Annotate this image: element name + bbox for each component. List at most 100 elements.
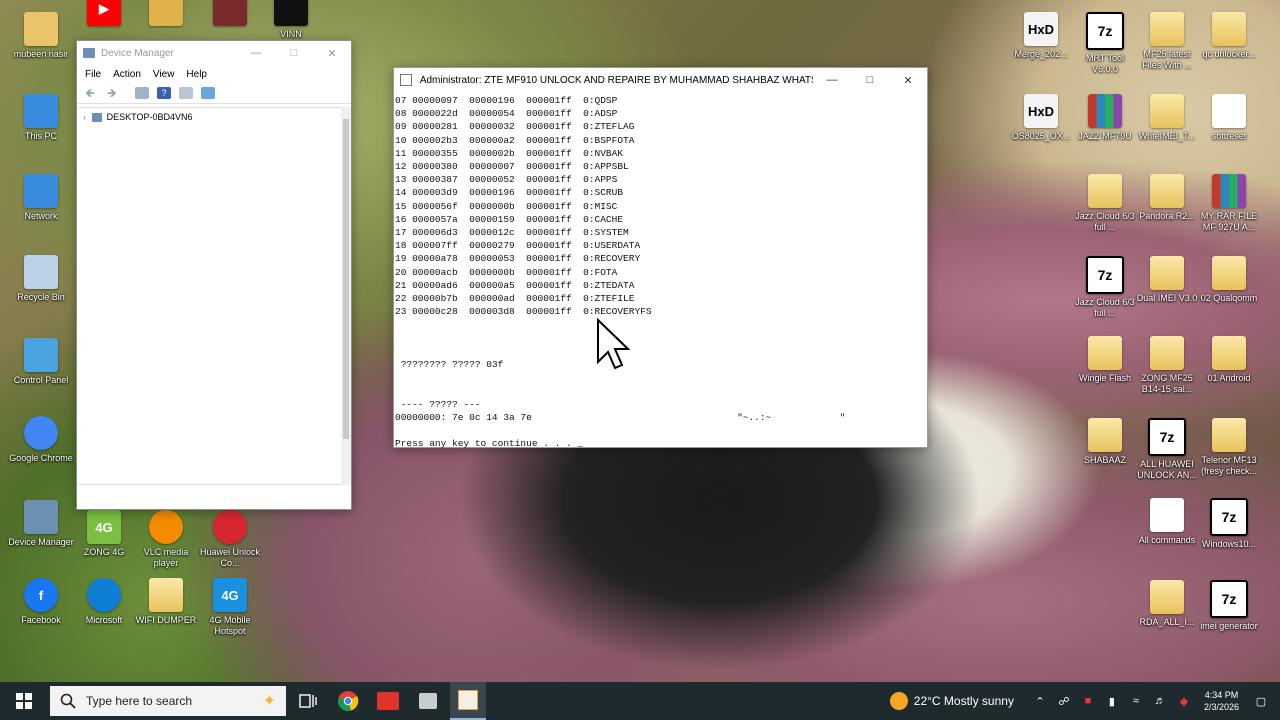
- partition-row: 13 00000387 00000052 000001ff 0:APPS: [395, 174, 618, 186]
- security-icon[interactable]: ■: [1079, 682, 1097, 720]
- desktop-icon[interactable]: 4G ZONG 4G: [71, 510, 137, 558]
- clock[interactable]: 4:34 PM 2/3/2026: [1204, 689, 1239, 713]
- menu-help[interactable]: Help: [186, 69, 207, 80]
- help-icon[interactable]: ?: [157, 87, 171, 99]
- desktop-icon[interactable]: f Facebook: [8, 578, 74, 626]
- shield-icon[interactable]: ☍: [1055, 682, 1073, 720]
- desktop-icon[interactable]: Control Panel: [8, 338, 74, 386]
- device-manager-window[interactable]: Device Manager — □ ✕ File Action View He…: [76, 40, 352, 510]
- folder-icon: [1212, 256, 1246, 290]
- desktop-icon[interactable]: qc unlocker...: [1196, 12, 1262, 60]
- desktop-icon[interactable]: ZONG MF25 B14-15 sal...: [1134, 336, 1200, 395]
- collapse-arrow-icon[interactable]: ›: [83, 113, 86, 122]
- desktop-icon[interactable]: ▶: [71, 0, 137, 29]
- chevron-up-icon[interactable]: ⌃: [1031, 682, 1049, 720]
- desktop-icon[interactable]: HxD Merge_202...: [1008, 12, 1074, 60]
- unlock-tool-taskbar-button[interactable]: [450, 682, 486, 720]
- console-maximize-button[interactable]: □: [851, 74, 889, 87]
- clock-date: 2/3/2026: [1203, 702, 1239, 712]
- menu-view[interactable]: View: [153, 69, 175, 80]
- desktop-icon[interactable]: This PC: [8, 94, 74, 142]
- desktop-icon[interactable]: 7z Windows10...: [1196, 498, 1262, 550]
- desktop-icon-label: imei generator: [1200, 621, 1258, 631]
- desktop-icon[interactable]: Jazz Cloud 6/3 full ...: [1072, 174, 1138, 233]
- desktop-icon[interactable]: HxD OS8025_OX...: [1008, 94, 1074, 142]
- desktop-icon[interactable]: Dual IMEI V3.0: [1134, 256, 1200, 304]
- desktop-icon-label: Jazz Cloud 6/3 full ...: [1075, 297, 1135, 318]
- monitor-icon[interactable]: [201, 87, 215, 99]
- desktop-icon[interactable]: VINN: [258, 0, 324, 40]
- desktop-icon[interactable]: SHABAAZ: [1072, 418, 1138, 466]
- anydesk-tray-icon[interactable]: ◆: [1175, 682, 1193, 720]
- desktop-icon[interactable]: RDA_ALL_I...: [1134, 580, 1200, 628]
- close-button[interactable]: ✕: [313, 47, 351, 60]
- console-close-button[interactable]: ✕: [889, 74, 927, 87]
- desktop-icon[interactable]: Wingle Flash: [1072, 336, 1138, 384]
- desktop-icon[interactable]: 7z Jazz Cloud 6/3 full ...: [1072, 256, 1138, 319]
- scrollbar-thumb[interactable]: [343, 119, 349, 439]
- desktop-icon[interactable]: Device Manager: [8, 500, 74, 548]
- taskbar-search-box[interactable]: Type here to search ✦: [50, 686, 286, 716]
- task-view-button[interactable]: [290, 682, 326, 720]
- console-titlebar[interactable]: Administrator: ZTE MF910 UNLOCK AND REPA…: [394, 68, 927, 92]
- desktop-icon[interactable]: [133, 0, 199, 29]
- console-window[interactable]: Administrator: ZTE MF910 UNLOCK AND REPA…: [393, 67, 928, 450]
- desktop-icon[interactable]: [197, 0, 263, 29]
- desktop-icon[interactable]: VLC media player: [133, 510, 199, 569]
- start-button[interactable]: [0, 682, 48, 720]
- desktop-icon[interactable]: JAZZ MF79U: [1072, 94, 1138, 142]
- desktop-icon[interactable]: MY RAR FILE MF 927U A...: [1196, 174, 1262, 233]
- device-manager-titlebar[interactable]: Device Manager — □ ✕: [77, 41, 351, 65]
- desktop-icon[interactable]: MF25 latest Files With ...: [1134, 12, 1200, 71]
- desktop-icon[interactable]: Google Chrome: [8, 416, 74, 464]
- desktop-icon[interactable]: WriteIMEI_T...: [1134, 94, 1200, 142]
- desktop-icon[interactable]: 4G 4G Mobile Hotspot: [197, 578, 263, 637]
- desktop-icon[interactable]: Microsoft: [71, 578, 137, 626]
- volume-icon[interactable]: ♬: [1151, 682, 1169, 720]
- device-tree-scrollbar[interactable]: [341, 107, 351, 485]
- desktop-icon[interactable]: 7z MRT Tool V6.0.0: [1072, 12, 1138, 75]
- partition-row: 23 00000c28 000003d8 000001ff 0:RECOVERY…: [395, 306, 652, 318]
- console-minimize-button[interactable]: —: [813, 74, 851, 87]
- chrome-icon: [338, 691, 359, 711]
- menu-file[interactable]: File: [85, 69, 101, 80]
- huawei-icon: [213, 510, 247, 544]
- battery-icon[interactable]: ▮: [1103, 682, 1121, 720]
- archive-icon: 7z: [1148, 418, 1186, 456]
- back-arrow-icon[interactable]: 🡸: [85, 87, 99, 99]
- desktop-icon[interactable]: 02 Qualqomm: [1196, 256, 1262, 304]
- anydesk-taskbar-button[interactable]: [370, 682, 406, 720]
- menu-action[interactable]: Action: [113, 69, 141, 80]
- task-view-icon: [299, 694, 317, 708]
- view-icon[interactable]: [179, 87, 193, 99]
- network-tool-taskbar-button[interactable]: [410, 682, 446, 720]
- console-title: Administrator: ZTE MF910 UNLOCK AND REPA…: [419, 74, 813, 86]
- desktop-icon[interactable]: Pandora R2...: [1134, 174, 1200, 222]
- forward-arrow-icon[interactable]: 🡺: [107, 87, 121, 99]
- notifications-icon[interactable]: ▢: [1252, 682, 1270, 720]
- maximize-button[interactable]: □: [275, 47, 313, 60]
- desktop-icon[interactable]: 7z imei generator: [1196, 580, 1262, 632]
- desktop-icon[interactable]: mubeen nasir: [8, 12, 74, 60]
- minimize-button[interactable]: —: [237, 47, 275, 60]
- desktop-icon[interactable]: Huawei Unlock Co...: [197, 510, 263, 569]
- desktop-icon-label: mubeen nasir: [13, 49, 69, 59]
- weather-widget[interactable]: 22°C Mostly sunny: [889, 692, 1014, 710]
- desktop-icon[interactable]: 7z ALL HUAWEI UNLOCK AN...: [1134, 418, 1200, 481]
- console-output[interactable]: 07 00000097 00000196 000001ff 0:QDSP 08 …: [394, 92, 927, 450]
- desktop-icon[interactable]: Telenor MF13 (fresy check...: [1196, 418, 1262, 477]
- partition-row: 16 0000057a 00000159 000001ff 0:CACHE: [395, 213, 624, 225]
- properties-icon[interactable]: [135, 87, 149, 99]
- folder-icon: [1212, 336, 1246, 370]
- tree-root-item[interactable]: › DESKTOP-0BD4VN6: [77, 108, 341, 122]
- device-tree[interactable]: › DESKTOP-0BD4VN6: [77, 107, 342, 485]
- desktop-icon[interactable]: All commands: [1134, 498, 1200, 546]
- desktop-icon[interactable]: WIFI DUMPER: [133, 578, 199, 626]
- desktop-icon[interactable]: Recycle Bin: [8, 255, 74, 303]
- desktop-icon[interactable]: 01 Android: [1196, 336, 1262, 384]
- wifi-icon[interactable]: ≈: [1127, 682, 1145, 720]
- desktop-icon[interactable]: Network: [8, 174, 74, 222]
- chrome-taskbar-button[interactable]: [330, 682, 366, 720]
- desktop-icon-label: 02 Qualqomm: [1200, 293, 1258, 303]
- desktop-icon[interactable]: softreset: [1196, 94, 1262, 142]
